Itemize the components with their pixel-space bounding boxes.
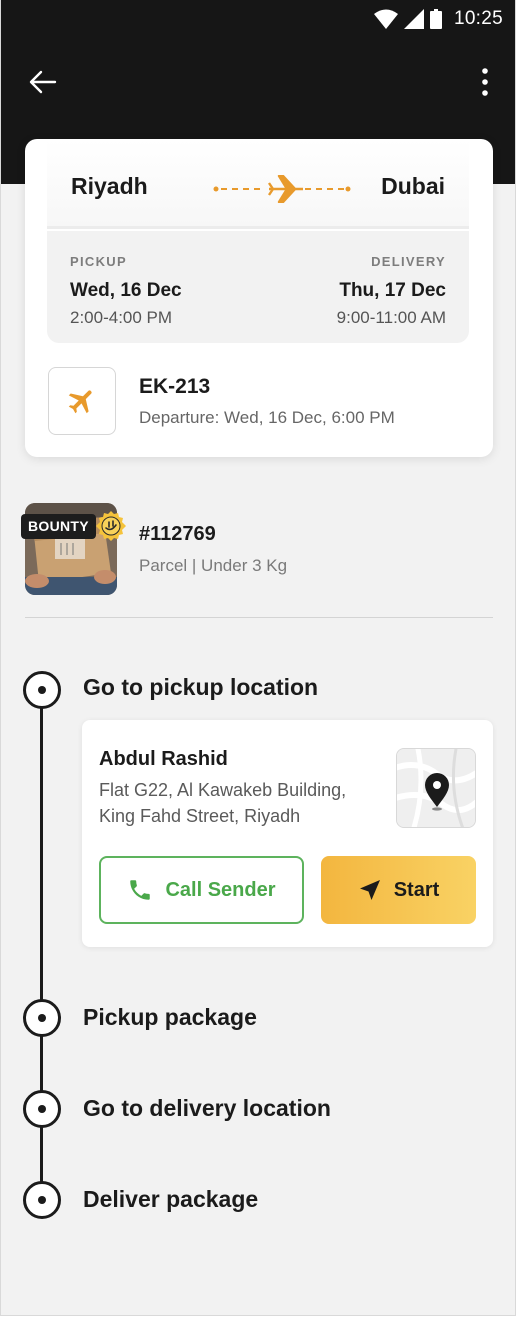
more-vert-icon <box>482 68 488 96</box>
step-go-to-pickup: Go to pickup location <box>83 674 319 700</box>
flight-route-icon <box>213 175 351 203</box>
back-button[interactable] <box>23 62 63 102</box>
wifi-icon <box>373 9 398 29</box>
bounty-badge: BOUNTY <box>21 514 96 539</box>
step-dot-go-to-delivery <box>23 1090 61 1128</box>
parcel-description: Parcel | Under 3 Kg <box>139 556 288 575</box>
origin-city: Riyadh <box>71 173 148 199</box>
flight-departure: Departure: Wed, 16 Dec, 6:00 PM <box>139 408 395 427</box>
plane-icon <box>68 390 92 414</box>
sender-name: Abdul Rashid <box>99 748 228 770</box>
pickup-date: Wed, 16 Dec <box>70 280 182 301</box>
map-thumbnail[interactable] <box>396 748 476 828</box>
signal-icon <box>403 9 424 29</box>
pickup-details-card: Abdul Rashid Flat G22, Al Kawakeb Buildi… <box>82 720 493 947</box>
delivery-date: Thu, 17 Dec <box>339 280 446 301</box>
step-pickup-package: Pickup package <box>83 1004 257 1030</box>
flight-number: EK-213 <box>139 375 211 398</box>
call-sender-label: Call Sender <box>165 878 276 901</box>
start-navigation-button[interactable]: Start <box>321 856 476 924</box>
call-sender-button[interactable]: Call Sender <box>99 856 304 924</box>
status-time: 10:25 <box>453 8 503 29</box>
status-bar: 10:25 <box>373 7 503 31</box>
app-screen: 10:25 Riyadh Dubai PICKUP Wed, 16 Dec 2:… <box>0 0 516 1316</box>
flight-icon-box <box>48 367 116 435</box>
arrow-left-icon <box>29 70 57 94</box>
destination-city: Dubai <box>381 173 445 199</box>
delivery-time: 9:00-11:00 AM <box>336 308 446 327</box>
section-divider <box>25 617 493 618</box>
address-line-2: King Fahd Street, Riyadh <box>99 806 301 826</box>
riyal-coin-icon <box>96 511 126 541</box>
schedule-box: PICKUP Wed, 16 Dec 2:00-4:00 PM DELIVERY… <box>47 231 469 343</box>
delivery-label: DELIVERY <box>371 254 446 269</box>
route-header: Riyadh Dubai <box>47 139 469 229</box>
step-dot-pickup-package <box>23 999 61 1037</box>
battery-icon <box>429 9 442 29</box>
navigation-arrow-icon <box>359 880 380 900</box>
route-card: Riyadh Dubai PICKUP Wed, 16 Dec 2:00-4:0… <box>25 139 493 457</box>
more-options-button[interactable] <box>473 62 497 102</box>
step-deliver-package: Deliver package <box>83 1186 259 1212</box>
parcel-id: #112769 <box>139 523 216 545</box>
pickup-label: PICKUP <box>70 254 127 269</box>
step-dot-deliver-package <box>23 1181 61 1219</box>
address-line-1: Flat G22, Al Kawakeb Building, <box>99 780 347 800</box>
pickup-time: 2:00-4:00 PM <box>70 308 173 327</box>
phone-icon <box>130 880 151 900</box>
step-dot-go-to-pickup <box>23 671 61 709</box>
step-go-to-delivery: Go to delivery location <box>83 1095 331 1121</box>
start-label: Start <box>393 878 440 901</box>
